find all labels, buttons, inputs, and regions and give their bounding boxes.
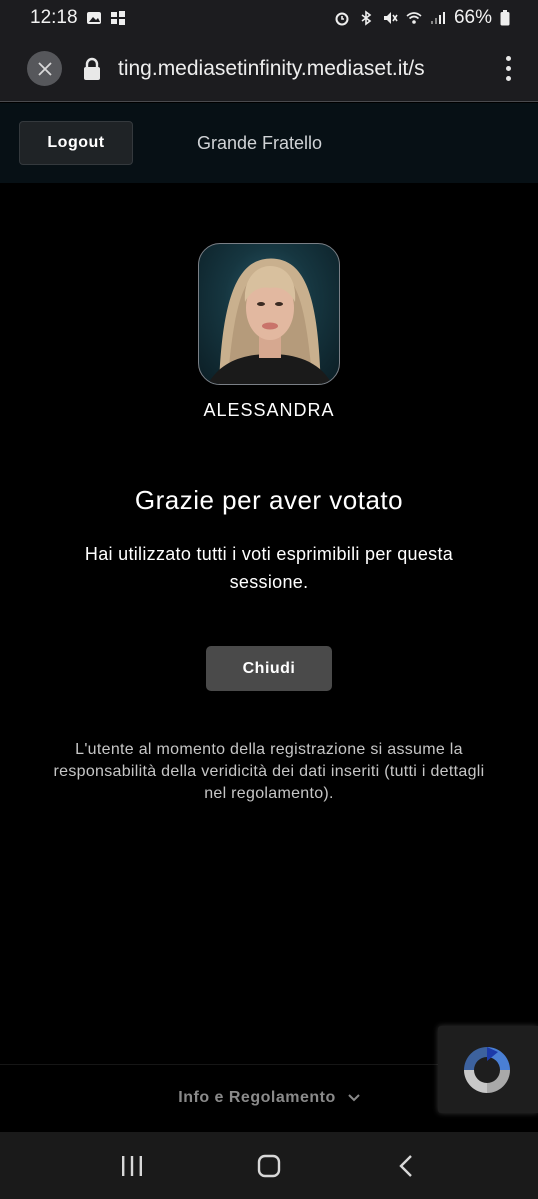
wifi-icon (406, 12, 422, 24)
back-button[interactable] (386, 1146, 426, 1186)
show-title: Grande Fratello (197, 132, 323, 153)
info-regolamento-label: Info e Regolamento (178, 1089, 336, 1106)
logout-button[interactable]: Logout (19, 121, 133, 165)
home-button[interactable] (249, 1146, 289, 1186)
confirmation-title: Grazie per aver votato (134, 485, 404, 515)
close-tab-button[interactable] (27, 51, 62, 86)
gallery-icon (86, 12, 101, 24)
windows-icon (110, 11, 125, 25)
mute-icon (383, 12, 398, 24)
home-icon (257, 1154, 281, 1177)
contestant-photo (208, 258, 332, 384)
status-left: 12:18 (30, 7, 126, 29)
status-right: 66% (334, 7, 510, 29)
browser-menu-icon[interactable] (498, 56, 518, 81)
contestant-avatar (198, 243, 340, 385)
battery-percent: 66% (453, 7, 492, 28)
back-icon (398, 1154, 412, 1177)
recent-apps-icon (122, 1155, 143, 1176)
recent-apps-button[interactable] (112, 1146, 152, 1186)
confirmation-message: Hai utilizzato tutti i voti esprimibili … (84, 544, 454, 592)
alarm-icon (335, 12, 349, 26)
bluetooth-icon (361, 10, 372, 26)
chevron-down-icon (348, 1094, 360, 1102)
recaptcha-badge[interactable] (438, 1026, 538, 1113)
lock-icon[interactable] (80, 55, 104, 83)
signal-icon (430, 12, 445, 24)
recaptcha-icon (464, 1046, 510, 1093)
status-bar: 12:18 66% (0, 0, 538, 36)
contestant-name: ALESSANDRA (203, 400, 335, 420)
close-icon (37, 61, 52, 76)
battery-icon (500, 10, 510, 26)
close-button[interactable]: Chiudi (206, 646, 332, 691)
url-bar[interactable]: ting.mediasetinfinity.mediaset.it/s (118, 57, 448, 81)
system-nav-bar (0, 1132, 538, 1199)
browser-toolbar: ting.mediasetinfinity.mediaset.it/s (0, 36, 538, 102)
status-time: 12:18 (30, 7, 78, 28)
disclaimer-text: L'utente al momento della registrazione … (53, 741, 485, 802)
app-header: Logout Grande Fratello (0, 103, 538, 183)
